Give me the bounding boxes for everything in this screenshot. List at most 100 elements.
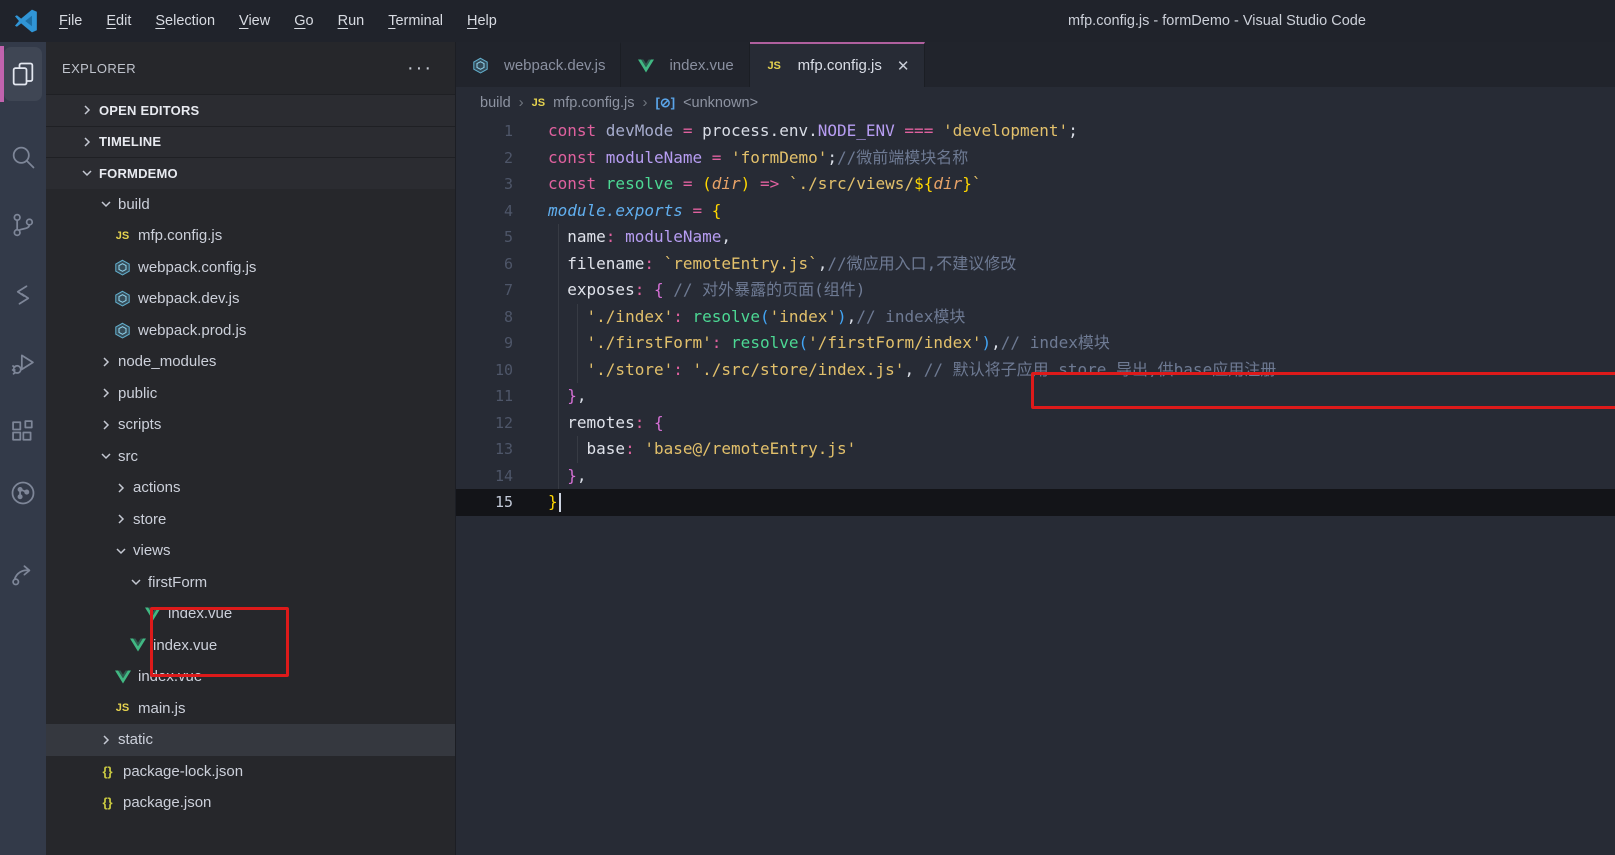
code-line-3[interactable]: 3 const resolve = (dir) => `./src/views/$… (456, 171, 1615, 198)
code-line-12[interactable]: 12 remotes: { (456, 409, 1615, 436)
tree-item-main-js[interactable]: JS main.js (46, 693, 455, 725)
tree-item-build[interactable]: build (46, 189, 455, 221)
chevron-right-icon (118, 483, 125, 493)
run-debug-icon[interactable] (0, 334, 46, 392)
line-number: 12 (494, 413, 513, 432)
vscode-window: File Edit Selection View Go Run Terminal Help m… (0, 0, 1615, 855)
explorer-header: EXPLORER ··· (46, 42, 455, 94)
tab-mfp-config-js[interactable]: JS mfp.config.js ✕ (749, 42, 926, 87)
tree-item-package-json[interactable]: {} package.json (46, 787, 455, 819)
live-share-icon[interactable] (0, 544, 46, 602)
section-formdemo[interactable]: FORMDEMO (46, 157, 455, 189)
tree-item-scripts[interactable]: scripts (46, 409, 455, 441)
explorer-icon[interactable] (0, 45, 46, 103)
tree-item-index-vue[interactable]: index.vue (46, 598, 455, 630)
more-actions-icon[interactable]: ··· (407, 58, 439, 78)
menu-view[interactable]: View (227, 0, 282, 42)
menu-run[interactable]: Run (326, 0, 377, 42)
editor-area: webpack.dev.js index.vue JS mfp.config.js ✕ … (456, 42, 1615, 855)
code-line-5[interactable]: 5 name: moduleName, (456, 224, 1615, 251)
indent-guide (557, 224, 559, 251)
indent-guide (576, 356, 578, 383)
code-editor[interactable]: 1 const devMode = process.env.NODE_ENV ==… (456, 118, 1615, 855)
tree-item-package-lock-json[interactable]: {} package-lock.json (46, 756, 455, 788)
project-graph-icon[interactable] (0, 464, 46, 522)
chevron-right-icon (84, 105, 91, 115)
section-open-editors[interactable]: OPEN EDITORS (46, 94, 455, 126)
breadcrumb-item-mfp-config-js[interactable]: mfp.config.js (553, 95, 634, 111)
breadcrumb-item-build[interactable]: build (480, 95, 511, 111)
tree-item-actions[interactable]: actions (46, 472, 455, 504)
line-number: 13 (494, 440, 513, 458)
code-line-8[interactable]: 8 './index': resolve('index'),// index模块 (456, 303, 1615, 330)
activity-bar (0, 42, 46, 855)
menu-file[interactable]: File (47, 0, 94, 42)
tree-item-static[interactable]: static (46, 724, 455, 756)
indent-guide (576, 436, 578, 463)
tree-item-store[interactable]: store (46, 504, 455, 536)
tree-item-index-vue[interactable]: index.vue (46, 630, 455, 662)
menu-help[interactable]: Help (455, 0, 509, 42)
tab-index-vue[interactable]: index.vue (621, 42, 750, 87)
vue-icon (636, 59, 655, 73)
tab-webpack-dev-js[interactable]: webpack.dev.js (456, 42, 622, 87)
search-icon[interactable] (0, 128, 46, 186)
indent-guide (557, 383, 559, 410)
line-number: 4 (503, 201, 513, 220)
menu-go[interactable]: Go (282, 0, 325, 42)
menu-selection[interactable]: Selection (143, 0, 227, 42)
source-control-icon[interactable] (0, 196, 46, 254)
code-line-10[interactable]: 10 './store': './src/store/index.js', //… (456, 356, 1615, 383)
extension-s-icon[interactable] (0, 266, 46, 324)
code-line-2[interactable]: 2 const moduleName = 'formDemo';//微前端模块名称 (456, 145, 1615, 172)
chevron-right-icon (118, 514, 125, 524)
code-line-14[interactable]: 14 }, (456, 462, 1615, 489)
indent-guide (576, 303, 578, 330)
tree-item-webpack-dev-js[interactable]: webpack.dev.js (46, 283, 455, 315)
menu-edit[interactable]: Edit (94, 0, 143, 42)
tree-item-node-modules[interactable]: node_modules (46, 346, 455, 378)
line-number: 10 (494, 360, 513, 379)
tree-item-webpack-prod-js[interactable]: webpack.prod.js (46, 315, 455, 347)
close-tab-icon[interactable]: ✕ (897, 57, 910, 75)
tree-item-views[interactable]: views (46, 535, 455, 567)
line-number: 11 (494, 387, 513, 405)
chevron-right-icon (103, 357, 110, 367)
tree-item-public[interactable]: public (46, 378, 455, 410)
text-cursor (558, 493, 561, 512)
code-line-15[interactable]: 15} (456, 489, 1615, 516)
indent-guide (557, 409, 559, 436)
tree-item-src[interactable]: src (46, 441, 455, 473)
code-line-9[interactable]: 9 './firstForm': resolve('/firstForm/ind… (456, 330, 1615, 357)
vue-icon (113, 670, 132, 684)
line-number: 5 (503, 228, 513, 246)
indent-guide (557, 356, 559, 383)
tree-item-firstform[interactable]: firstForm (46, 567, 455, 599)
editor-tabs: webpack.dev.js index.vue JS mfp.config.js ✕ (456, 42, 1615, 87)
tree-item-index-vue[interactable]: index.vue (46, 661, 455, 693)
code-line-4[interactable]: 4 module.exports = { (456, 198, 1615, 225)
line-number: 8 (503, 307, 513, 326)
js-icon: JS (115, 702, 130, 715)
code-line-7[interactable]: 7 exposes: { // 对外暴露的页面(组件) (456, 277, 1615, 304)
line-number: 7 (503, 281, 513, 299)
js-icon: JS (531, 96, 546, 109)
menu-bar: File Edit Selection View Go Run Terminal Help (47, 0, 509, 42)
code-line-13[interactable]: 13 base: 'base@/remoteEntry.js' (456, 436, 1615, 463)
json-icon: {} (102, 763, 113, 779)
webpack-icon (113, 259, 132, 276)
code-line-11[interactable]: 11 }, (456, 383, 1615, 410)
code-line-1[interactable]: 1 const devMode = process.env.NODE_ENV ==… (456, 118, 1615, 145)
section-timeline[interactable]: TIMELINE (46, 125, 455, 157)
extensions-icon[interactable] (0, 402, 46, 460)
chevron-right-icon (84, 137, 91, 147)
tree-item-webpack-config-js[interactable]: webpack.config.js (46, 252, 455, 284)
indent-guide (557, 250, 559, 277)
chevron-right-icon (103, 735, 110, 745)
breadcrumb-item-unknown[interactable]: <unknown> (683, 95, 758, 111)
vue-icon (143, 607, 162, 621)
menu-terminal[interactable]: Terminal (376, 0, 455, 42)
indent-guide (557, 303, 559, 330)
tree-item-mfp-config-js[interactable]: JS mfp.config.js (46, 220, 455, 252)
code-line-6[interactable]: 6 filename: `remoteEntry.js`,//微应用入口,不建议… (456, 250, 1615, 277)
